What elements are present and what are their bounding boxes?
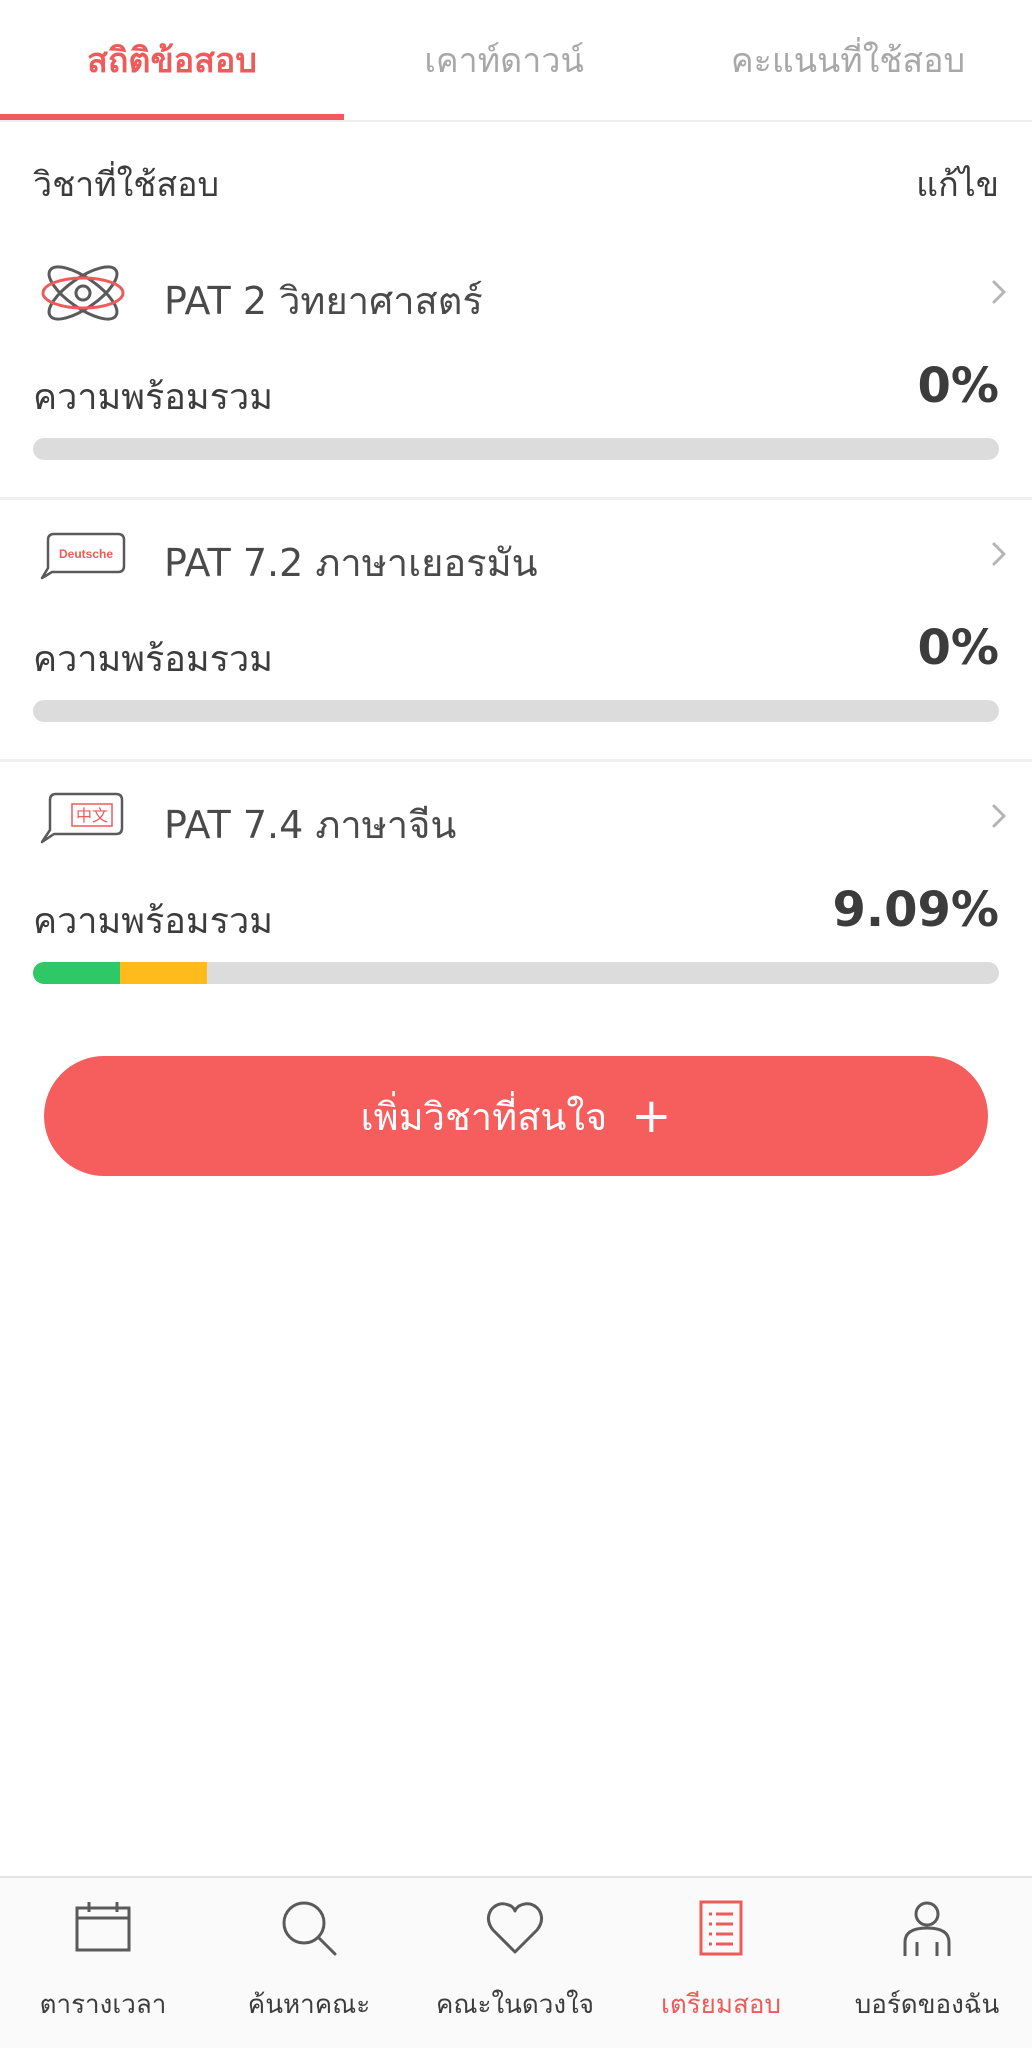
deutsche-speech-icon: Deutsche [40,532,126,580]
search-icon [282,1901,337,1956]
readiness-value: 9.09% [832,882,999,938]
readiness-label: ความพร้อมรวม [33,639,273,680]
chinese-speech-icon: 中文 [40,792,124,844]
subject-name: PAT 7.4 ภาษาจีน [164,803,457,847]
plus-icon: + [631,1088,672,1144]
chevron-right-icon [992,804,1006,828]
nav-label: เตรียมสอบ [660,1990,782,2020]
readiness-progress-bar [33,962,999,984]
readiness-progress-bar [33,438,999,460]
subject-row-pat2[interactable]: PAT 2 วิทยาศาสตร์ [0,238,1032,348]
readiness-label: ความพร้อมรวม [33,377,273,418]
nav-item-my-board[interactable]: บอร์ดของฉัน [824,1878,1030,2048]
person-icon [903,1901,951,1956]
heart-icon [486,1902,544,1954]
nav-label: คณะในดวงใจ [435,1990,595,2020]
svg-text:中文: 中文 [76,806,108,825]
exam-prep-screen: สถิติข้อสอบ เคาท์ดาวน์ คะแนนที่ใช้สอบ วิ… [0,0,1032,2048]
tab-exam-stats[interactable]: สถิติข้อสอบ [0,0,344,120]
readiness-progress-bar [33,700,999,722]
calendar-icon [75,1902,131,1952]
chevron-right-icon [992,280,1006,304]
nav-item-exam-prep[interactable]: เตรียมสอบ [618,1878,824,2048]
progress-segment [33,962,120,984]
readiness-label: ความพร้อมรวม [33,901,273,942]
nav-item-schedule[interactable]: ตารางเวลา [0,1878,206,2048]
section-title: วิชาที่ใช้สอบ [33,165,220,205]
tab-countdown[interactable]: เคาท์ดาวน์ [344,0,664,120]
nav-item-favorite-faculty[interactable]: คณะในดวงใจ [412,1878,618,2048]
svg-text:Deutsche: Deutsche [59,547,113,561]
progress-segment [120,962,207,984]
nav-label: ค้นหาคณะ [247,1990,371,2020]
nav-item-search-faculty[interactable]: ค้นหาคณะ [206,1878,412,2048]
edit-button[interactable]: แก้ไข [916,157,999,211]
top-tabs: สถิติข้อสอบ เคาท์ดาวน์ คะแนนที่ใช้สอบ [0,0,1032,122]
add-subject-label: เพิ่มวิชาที่สนใจ [360,1094,608,1139]
subject-row-pat7-2[interactable]: Deutsche PAT 7.2 ภาษาเยอรมัน [0,500,1032,610]
atom-icon [41,265,125,321]
add-subject-button[interactable]: เพิ่มวิชาที่สนใจ + [44,1056,988,1176]
chevron-right-icon [992,542,1006,566]
subject-card: 中文 PAT 7.4 ภาษาจีน ความพร้อมรวม 9.09% [0,762,1032,1024]
active-tab-indicator [0,114,344,120]
section-header: วิชาที่ใช้สอบ แก้ไข [0,122,1032,238]
bottom-navigation: ตารางเวลา ค้นหาคณะ คณะในดวงใจ เตรียมสอบ … [0,1876,1032,2048]
tab-exam-scores[interactable]: คะแนนที่ใช้สอบ [664,0,1032,120]
subject-name: PAT 7.2 ภาษาเยอรมัน [164,541,538,585]
nav-label: ตารางเวลา [39,1990,167,2020]
checklist-icon [699,1900,743,1956]
subject-card: Deutsche PAT 7.2 ภาษาเยอรมัน ความพร้อมรว… [0,500,1032,762]
readiness-value: 0% [917,358,1000,414]
subject-row-pat7-4[interactable]: 中文 PAT 7.4 ภาษาจีน [0,762,1032,872]
readiness-value: 0% [917,620,1000,676]
subject-name: PAT 2 วิทยาศาสตร์ [164,279,483,323]
nav-label: บอร์ดของฉัน [854,1990,1000,2020]
subject-card: PAT 2 วิทยาศาสตร์ ความพร้อมรวม 0% [0,238,1032,500]
